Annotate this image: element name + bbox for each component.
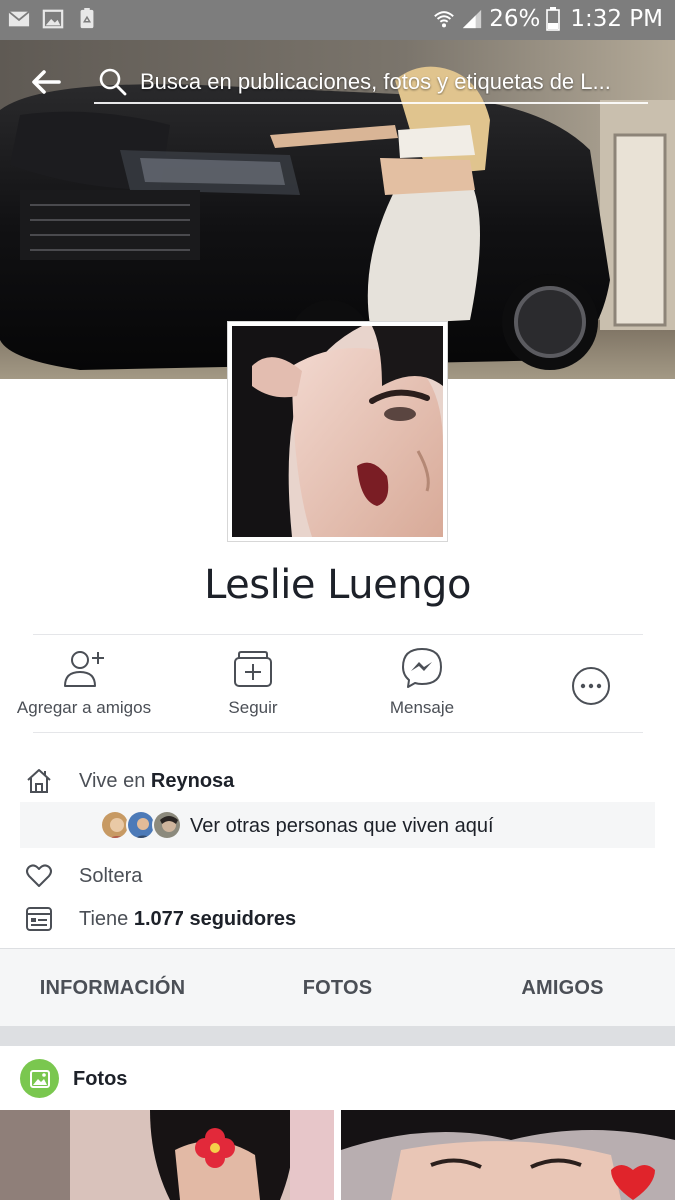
face-pile [100, 810, 184, 840]
more-icon [572, 667, 610, 705]
back-arrow-icon [32, 70, 61, 94]
heart-icon [26, 864, 52, 887]
lives-in-prefix: Vive en [79, 769, 151, 792]
back-button[interactable] [28, 64, 64, 100]
tab-information[interactable]: INFORMACIÓN [0, 949, 225, 1027]
add-friend-button[interactable]: Agregar a amigos [0, 640, 168, 728]
photos-title: Fotos [73, 1068, 128, 1090]
message-button[interactable]: Mensaje [338, 640, 506, 728]
relationship-text: Soltera [79, 864, 143, 887]
image-icon [42, 9, 64, 29]
recycle-icon [80, 8, 94, 29]
lives-in-text: Vive en Reynosa [79, 770, 234, 793]
search-placeholder: Busca en publicaciones, fotos y etiqueta… [140, 69, 611, 94]
wifi-icon [434, 11, 455, 28]
followers-feed-icon [26, 907, 52, 931]
info-followers: Tiene 1.077 seguidores [0, 899, 675, 939]
follow-icon [234, 651, 272, 687]
search-input[interactable]: Busca en publicaciones, fotos y etiqueta… [94, 62, 648, 104]
followers-text: Tiene 1.077 seguidores [79, 908, 296, 931]
divider [33, 634, 643, 635]
tab-photos[interactable]: FOTOS [225, 949, 450, 1027]
followers-prefix: Tiene [79, 907, 134, 930]
avatar [152, 810, 182, 840]
photos-section-header[interactable]: Fotos [0, 1046, 675, 1110]
clock: 1:32 PM [570, 6, 663, 32]
profile-actions: Agregar a amigos Seguir Mensaje [0, 640, 675, 730]
divider [33, 732, 643, 733]
message-label: Mensaje [389, 698, 455, 717]
info-lives-in: Vive en Reynosa [0, 761, 675, 801]
more-options-button[interactable] [507, 640, 675, 728]
search-icon [99, 68, 127, 96]
profile-tabs: INFORMACIÓN FOTOS AMIGOS [0, 948, 675, 1026]
battery-percent: 26% [489, 6, 541, 32]
status-bar: 26% 1:32 PM [0, 0, 675, 40]
follow-button[interactable]: Seguir [169, 640, 337, 728]
see-others-text: Ver otras personas que viven aquí [190, 815, 494, 837]
mail-icon [8, 10, 30, 27]
messenger-icon [402, 648, 442, 688]
lives-in-city[interactable]: Reynosa [151, 770, 234, 792]
photo-thumbnail[interactable] [0, 1110, 334, 1200]
followers-count[interactable]: 1.077 seguidores [134, 908, 296, 930]
follow-label: Seguir [228, 698, 278, 717]
add-friend-label: Agregar a amigos [16, 698, 152, 717]
battery-icon [546, 7, 561, 31]
signal-icon [463, 9, 482, 29]
profile-name: Leslie Luengo [204, 562, 471, 608]
info-relationship: Soltera [0, 856, 675, 896]
profile-photo-image [232, 326, 443, 537]
profile-picture[interactable] [227, 321, 448, 542]
photo-thumbnail[interactable] [341, 1110, 675, 1200]
section-separator [0, 1026, 675, 1046]
tab-friends[interactable]: AMIGOS [450, 949, 675, 1027]
home-icon [27, 769, 51, 793]
photos-icon [20, 1059, 59, 1098]
see-others-living-here[interactable]: Ver otras personas que viven aquí [20, 802, 655, 848]
add-friend-icon [64, 651, 104, 687]
